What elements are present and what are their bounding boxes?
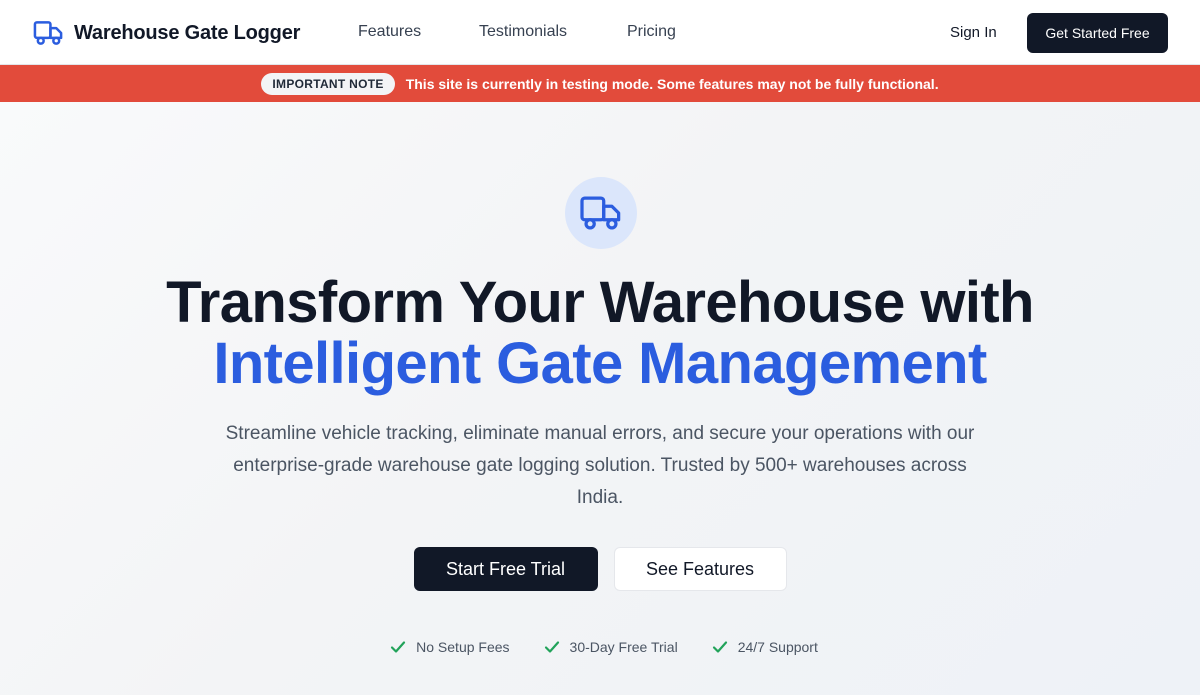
check-icon: [712, 641, 727, 653]
perk-label: 24/7 Support: [737, 639, 818, 655]
nav-link-pricing[interactable]: Pricing: [627, 23, 676, 41]
hero-subtext: Streamline vehicle tracking, eliminate m…: [225, 423, 975, 508]
nav-link-features[interactable]: Features: [358, 23, 421, 41]
nav-link-testimonials[interactable]: Testimonials: [479, 23, 567, 41]
start-free-trial-button[interactable]: Start Free Trial: [413, 547, 598, 591]
headline-line-1: Transform Your Warehouse with: [166, 270, 1034, 335]
top-navbar: Warehouse Gate Logger Features Testimoni…: [0, 0, 1200, 65]
perk-label: 30-Day Free Trial: [569, 639, 678, 655]
truck-icon: [33, 21, 63, 45]
sign-in-link[interactable]: Sign In: [950, 24, 997, 41]
truck-icon: [580, 196, 621, 230]
brand-name: Warehouse Gate Logger: [74, 21, 301, 44]
perk-label: No Setup Fees: [416, 639, 510, 655]
check-icon: [544, 641, 559, 653]
hero-cta-group: Start Free Trial See Features: [0, 547, 1200, 591]
check-icon: [391, 641, 406, 653]
banner-message: This site is currently in testing mode. …: [405, 75, 939, 92]
landing-page: Warehouse Gate Logger Features Testimoni…: [0, 0, 1200, 695]
headline-line-2-highlight: Intelligent Gate Management: [213, 331, 987, 396]
perk-item: No Setup Fees: [390, 639, 510, 655]
hero-icon-circle: [565, 177, 637, 249]
important-note-badge: IMPORTANT NOTE: [261, 72, 395, 95]
perk-item: 24/7 Support: [712, 639, 818, 655]
brand-logo-link[interactable]: Warehouse Gate Logger: [33, 19, 300, 47]
hero-section: Transform Your Warehouse with Intelligen…: [0, 102, 1200, 695]
perk-item: 30-Day Free Trial: [544, 639, 678, 655]
testing-mode-banner: IMPORTANT NOTE This site is currently in…: [0, 65, 1200, 102]
see-features-button[interactable]: See Features: [613, 547, 787, 591]
get-started-button[interactable]: Get Started Free: [1027, 13, 1168, 53]
hero-headline: Transform Your Warehouse with Intelligen…: [0, 272, 1200, 394]
hero-perks: No Setup Fees 30-Day Free Trial 24/7 Sup…: [0, 639, 1200, 655]
